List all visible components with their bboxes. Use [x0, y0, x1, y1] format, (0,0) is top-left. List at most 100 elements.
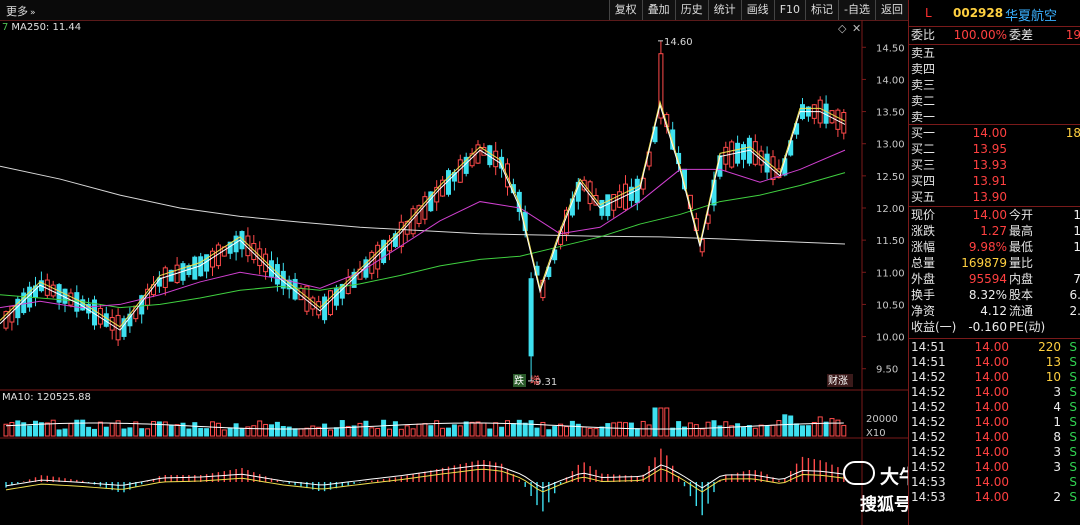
- volume-bar-35: [210, 421, 215, 437]
- weibi-row: 委比 100.00% 委差 19: [909, 28, 1080, 43]
- stat-value: 169879: [961, 256, 1007, 270]
- stat-label-2: 最低: [1009, 240, 1034, 254]
- toolbar-button-5[interactable]: F10: [773, 0, 806, 20]
- tick-vol: 10: [1045, 370, 1061, 384]
- toolbar-button-1[interactable]: 叠加: [641, 0, 675, 20]
- tick-side: S: [1069, 460, 1077, 474]
- price-tick-label-6: 12.50: [876, 172, 905, 183]
- volume-bar-98: [581, 426, 587, 437]
- volume-bar-15: [92, 428, 97, 437]
- volume-bar-18: [109, 422, 115, 437]
- tick-row-7: 14:52 14.00 3 S: [909, 445, 1080, 460]
- candle-body-89: [528, 278, 534, 357]
- volume-bar-4: [27, 425, 33, 437]
- stat-label: 总量: [911, 256, 936, 270]
- volume-bar-63: [375, 428, 381, 437]
- volume-bar-139: [823, 421, 829, 437]
- volume-bar-38: [227, 427, 233, 437]
- stat-value: 4.12: [980, 304, 1007, 318]
- volume-bar-84: [499, 426, 505, 437]
- tick-time: 14:52: [911, 430, 946, 444]
- tick-vol: 13: [1045, 355, 1061, 369]
- stat-label: 净资: [911, 304, 936, 318]
- tick-side: S: [1069, 370, 1077, 384]
- kline-chart: 9.50 10.00 10.50 11.00 11.50 12.00 12.50 13.00 1…: [0, 20, 908, 525]
- volume-bar-128: [758, 424, 764, 437]
- ask-label: 卖四: [911, 62, 936, 76]
- price-tick-label-3: 11.00: [876, 268, 905, 279]
- volume-bar-69: [410, 428, 416, 437]
- volume-bar-140: [829, 418, 835, 437]
- stat-value-2: 6.: [1069, 288, 1080, 302]
- volume-bar-75: [446, 427, 451, 437]
- volume-bar-112: [664, 407, 670, 437]
- tick-price: 14.00: [974, 415, 1009, 429]
- price-tick-label-8: 13.50: [876, 108, 905, 119]
- tick-price: 14.00: [974, 340, 1009, 354]
- volume-bar-141: [835, 419, 841, 437]
- volume-bar-133: [788, 415, 794, 437]
- stat-row-4: 外盘 95594 内盘 7: [909, 272, 1080, 287]
- panel-divider: [909, 124, 1080, 125]
- volume-bar-1: [9, 421, 15, 437]
- stat-value: 1.27: [980, 224, 1007, 238]
- stat-label: 外盘: [911, 272, 936, 286]
- tick-price: 14.00: [974, 445, 1009, 459]
- ask-row-3: 卖二: [909, 94, 1080, 109]
- volume-bar-89: [528, 420, 534, 437]
- stock-flag: L: [925, 6, 932, 20]
- volume-bar-138: [817, 416, 823, 437]
- tick-row-9: 14:53 14.00 S: [909, 475, 1080, 490]
- volume-bar-95: [564, 426, 569, 437]
- stat-value: -0.160: [968, 320, 1007, 334]
- tick-price: 14.00: [974, 430, 1009, 444]
- tick-side: S: [1069, 385, 1077, 399]
- volume-bar-62: [369, 427, 375, 437]
- volume-bar-119: [705, 421, 711, 437]
- panel-divider: [909, 206, 1080, 207]
- stat-label-2: 股本: [1009, 288, 1034, 302]
- toolbar-button-2[interactable]: 历史: [674, 0, 708, 20]
- stat-label-2: 量比: [1009, 256, 1034, 270]
- ask-label: 卖三: [911, 78, 936, 92]
- more-menu[interactable]: 更多»: [6, 3, 36, 19]
- toolbar-button-6[interactable]: 标记: [805, 0, 839, 20]
- toolbar-button-3[interactable]: 统计: [707, 0, 741, 20]
- tick-vol: 3: [1053, 460, 1061, 474]
- volume-bar-122: [723, 421, 729, 437]
- volume-bar-39: [233, 423, 239, 437]
- stat-label: 收益(一): [911, 320, 957, 334]
- stat-row-1: 涨跌 1.27 最高 1: [909, 224, 1080, 239]
- weibi-value: 100.00%: [953, 28, 1007, 42]
- toolbar-button-8[interactable]: 返回: [875, 0, 908, 20]
- volume-bar-20: [121, 428, 127, 437]
- volume-bar-14: [86, 426, 92, 437]
- volume-bar-67: [398, 428, 404, 437]
- tick-row-5: 14:52 14.00 1 S: [909, 415, 1080, 430]
- volume-bar-103: [611, 422, 617, 437]
- volume-bar-82: [487, 428, 493, 437]
- volume-bar-83: [493, 422, 499, 437]
- volume-bar-106: [628, 422, 634, 437]
- toolbar-button-7[interactable]: -自选: [838, 0, 875, 20]
- toolbar-button-4[interactable]: 画线: [740, 0, 774, 20]
- volume-bar-28: [168, 424, 174, 437]
- tick-side: S: [1069, 355, 1077, 369]
- stat-label-2: 流通: [1009, 304, 1034, 318]
- stat-label-2: 内盘: [1009, 272, 1034, 286]
- volume-bar-77: [457, 425, 463, 437]
- volume-bar-68: [404, 425, 410, 437]
- stat-row-5: 换手 8.32% 股本 6.: [909, 288, 1080, 303]
- tick-price: 14.00: [974, 370, 1009, 384]
- volume-bar-2: [15, 420, 21, 437]
- volume-bar-92: [546, 429, 552, 437]
- volume-bar-27: [162, 421, 168, 437]
- price-tick-label-5: 12.00: [876, 204, 905, 215]
- tag-die: 跌: [514, 374, 524, 387]
- bid-row-2: 买三 13.93: [909, 158, 1080, 173]
- tick-row-4: 14:52 14.00 4 S: [909, 400, 1080, 415]
- price-tick-label-9: 14.00: [876, 75, 905, 86]
- stock-name[interactable]: 华夏航空: [1005, 5, 1057, 24]
- toolbar-button-0[interactable]: 复权: [608, 0, 642, 20]
- volume-bar-66: [392, 421, 398, 437]
